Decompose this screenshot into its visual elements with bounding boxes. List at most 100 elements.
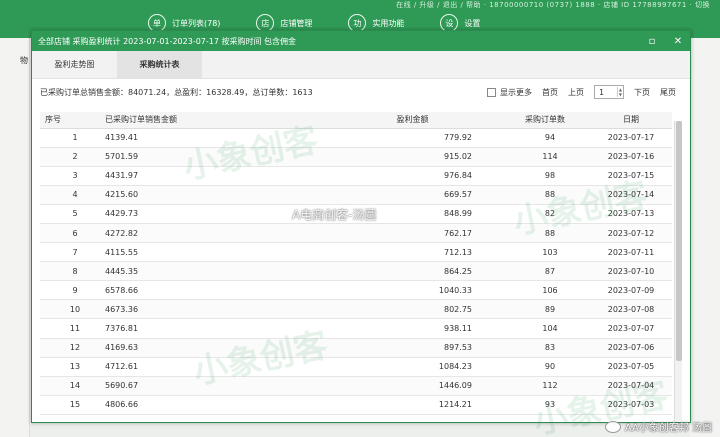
- table-cell: 12: [40, 338, 105, 358]
- purchase-stats-table: 序号 已采购订单销售金额 盈利金额 采购订单数 日期 1 4139.41 779.9…: [40, 112, 672, 415]
- table-cell: 2023-07-08: [590, 299, 672, 320]
- table-cell: 1446.09: [305, 376, 480, 396]
- table-row[interactable]: 10 4673.36 802.75 89 2023-07-08: [40, 299, 672, 320]
- table-cell: 2023-07-09: [590, 280, 672, 301]
- dialog-title: 全部店铺 采购盈利统计 2023-07-01-2023-07-17 按采购时间 …: [38, 36, 297, 46]
- table-cell: 106: [480, 280, 590, 301]
- table-cell: 2: [40, 147, 105, 167]
- table-row[interactable]: 12 4169.63 897.53 83 2023-07-06: [40, 338, 672, 358]
- table-row[interactable]: 2 5701.59 915.02 114 2023-07-16: [40, 147, 672, 167]
- show-more-option[interactable]: 显示更多: [487, 87, 532, 98]
- column-header-date[interactable]: 日期: [590, 112, 672, 129]
- table-cell: 8: [40, 261, 105, 282]
- table-cell: 976.84: [305, 166, 480, 186]
- table-cell: 712.13: [305, 242, 480, 263]
- table-cell: 11: [40, 318, 105, 339]
- table-cell: 2023-07-05: [590, 357, 672, 377]
- table-row[interactable]: 11 7376.81 938.11 104 2023-07-07: [40, 318, 672, 339]
- table-cell: 4429.73: [105, 204, 305, 224]
- table-cell: 864.25: [305, 261, 480, 282]
- table-body: 1 4139.41 779.92 94 2023-07-17 2 5701.59 915.02…: [40, 128, 672, 415]
- table-cell: 4139.41: [105, 128, 305, 148]
- table-cell: 938.11: [305, 318, 480, 339]
- next-page-link[interactable]: 下页: [634, 87, 650, 98]
- table-cell: 4712.61: [105, 357, 305, 377]
- table-row[interactable]: 7 4115.55 712.13 103 2023-07-11: [40, 242, 672, 263]
- table-cell: 98: [480, 166, 590, 186]
- table-row[interactable]: 9 6578.66 1040.33 106 2023-07-09: [40, 280, 672, 301]
- table-cell: 6578.66: [105, 280, 305, 301]
- page-number-stepper[interactable]: 1 ▲ ▼: [594, 85, 624, 99]
- table-cell: 1214.21: [305, 395, 480, 415]
- credit-text: AA小象创客邦 汤圆: [624, 423, 712, 434]
- table-cell: 2023-07-13: [590, 204, 672, 224]
- table-row[interactable]: 14 5690.67 1446.09 112 2023-07-04: [40, 376, 672, 396]
- table-cell: 4215.60: [105, 185, 305, 205]
- table-row[interactable]: 4 4215.60 669.57 88 2023-07-14: [40, 185, 672, 205]
- table-cell: 82: [480, 204, 590, 224]
- table-row[interactable]: 6 4272.82 762.17 88 2023-07-12: [40, 223, 672, 244]
- table-cell: 5701.59: [105, 147, 305, 167]
- first-page-link[interactable]: 首页: [542, 87, 558, 98]
- table-cell: 103: [480, 242, 590, 263]
- purchase-profit-stats-dialog: 全部店铺 采购盈利统计 2023-07-01-2023-07-17 按采购时间 …: [31, 30, 691, 437]
- table-cell: 15: [40, 395, 105, 415]
- table-cell: 4673.36: [105, 299, 305, 320]
- table-row[interactable]: 8 4445.35 864.25 87 2023-07-10: [40, 261, 672, 282]
- table-cell: 7376.81: [105, 318, 305, 339]
- stats-table-container: 序号 已采购订单销售金额 盈利金额 采购订单数 日期 1 4139.41 779.9…: [40, 112, 682, 420]
- table-scrollbar[interactable]: [674, 121, 682, 421]
- table-row[interactable]: 3 4431.97 976.84 98 2023-07-15: [40, 166, 672, 186]
- dialog-titlebar: 全部店铺 采购盈利统计 2023-07-01-2023-07-17 按采购时间 …: [32, 31, 690, 51]
- tab-purchase-stats-table[interactable]: 采购统计表: [117, 51, 202, 78]
- show-more-label: 显示更多: [500, 87, 532, 97]
- table-cell: 4445.35: [105, 261, 305, 282]
- table-row[interactable]: 13 4712.61 1084.23 90 2023-07-05: [40, 357, 672, 377]
- spinner-arrows-icon[interactable]: ▲ ▼: [616, 87, 622, 97]
- table-cell: 2023-07-11: [590, 242, 672, 263]
- table-cell: 779.92: [305, 128, 480, 148]
- table-cell: 3: [40, 166, 105, 186]
- background-left-label: 物: [20, 56, 28, 65]
- summary-row: 已采购订单总销售金额：84071.24，总盈利：16328.49，总订单数：16…: [32, 79, 690, 105]
- table-cell: 5: [40, 204, 105, 224]
- column-header-profit[interactable]: 盈利金额: [305, 112, 480, 129]
- column-header-sales-amount[interactable]: 已采购订单销售金额: [105, 112, 305, 129]
- table-cell: 2023-07-15: [590, 166, 672, 186]
- column-header-order-count[interactable]: 采购订单数: [480, 112, 590, 129]
- last-page-link[interactable]: 尾页: [660, 87, 676, 98]
- table-cell: 2023-07-10: [590, 261, 672, 282]
- prev-page-link[interactable]: 上页: [568, 87, 584, 98]
- nav-shop-management-label: 店铺管理: [280, 18, 313, 28]
- table-cell: 2023-07-06: [590, 338, 672, 358]
- table-row[interactable]: 15 4806.66 1214.21 93 2023-07-03: [40, 395, 672, 415]
- page-number-value: 1: [599, 87, 605, 97]
- table-cell: 4115.55: [105, 242, 305, 263]
- center-watermark-text: A电商创客-汤圆: [292, 208, 377, 222]
- table-cell: 4431.97: [105, 166, 305, 186]
- table-cell: 93: [480, 395, 590, 415]
- table-row[interactable]: 1 4139.41 779.92 94 2023-07-17: [40, 128, 672, 148]
- maximize-icon[interactable]: ▫: [646, 35, 658, 47]
- background-right-panel: [690, 38, 720, 437]
- table-cell: 4: [40, 185, 105, 205]
- column-header-index[interactable]: 序号: [40, 112, 105, 129]
- table-cell: 2023-07-03: [590, 395, 672, 415]
- table-header-row: 序号 已采购订单销售金额 盈利金额 采购订单数 日期: [40, 112, 672, 129]
- table-cell: 915.02: [305, 147, 480, 167]
- table-cell: 802.75: [305, 299, 480, 320]
- table-cell: 6: [40, 223, 105, 244]
- table-cell: 83: [480, 338, 590, 358]
- table-cell: 13: [40, 357, 105, 377]
- table-cell: 1084.23: [305, 357, 480, 377]
- table-cell: 2023-07-04: [590, 376, 672, 396]
- show-more-checkbox[interactable]: [487, 87, 496, 97]
- dialog-controls: ▫ ✕: [646, 35, 684, 47]
- table-cell: 94: [480, 128, 590, 148]
- table-cell: 2023-07-16: [590, 147, 672, 167]
- table-cell: 114: [480, 147, 590, 167]
- table-cell: 2023-07-14: [590, 185, 672, 205]
- tab-profit-trend-chart[interactable]: 盈利走势图: [32, 51, 117, 78]
- scrollbar-thumb[interactable]: [676, 121, 682, 361]
- close-icon[interactable]: ✕: [672, 35, 684, 47]
